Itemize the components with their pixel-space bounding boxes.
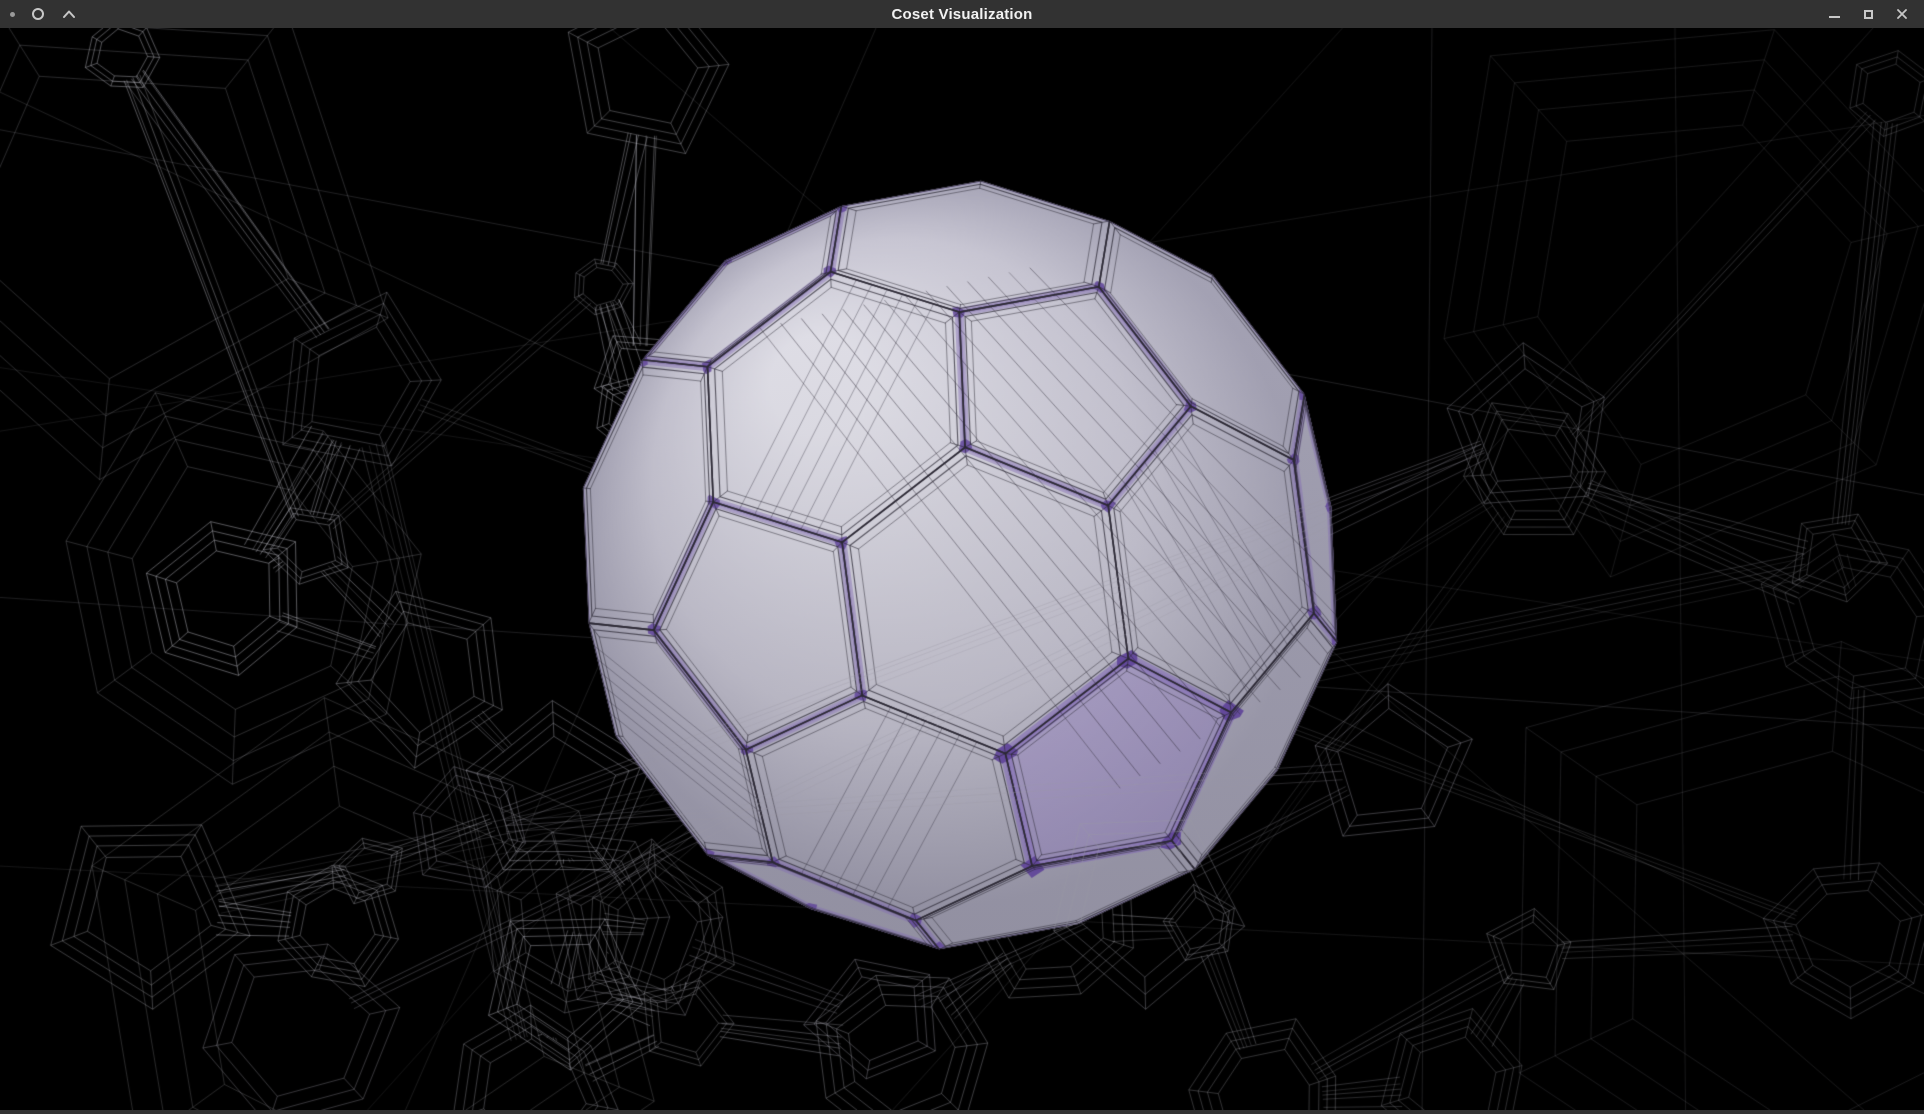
bottom-border <box>0 1110 1924 1114</box>
maximize-icon <box>1864 10 1873 19</box>
window-root: Coset Visualization <box>0 0 1924 1114</box>
record-circle-icon[interactable] <box>32 8 44 20</box>
expand-chevron-icon[interactable] <box>61 8 77 20</box>
close-button[interactable] <box>1892 4 1912 24</box>
minimize-icon <box>1829 16 1840 18</box>
maximize-button[interactable] <box>1858 4 1878 24</box>
viewport-canvas[interactable] <box>0 28 1924 1110</box>
minimize-button[interactable] <box>1824 4 1844 24</box>
close-icon <box>1896 8 1908 20</box>
window-title: Coset Visualization <box>0 6 1924 23</box>
titlebar[interactable]: Coset Visualization <box>0 0 1924 28</box>
unsaved-dot-icon <box>10 12 15 17</box>
